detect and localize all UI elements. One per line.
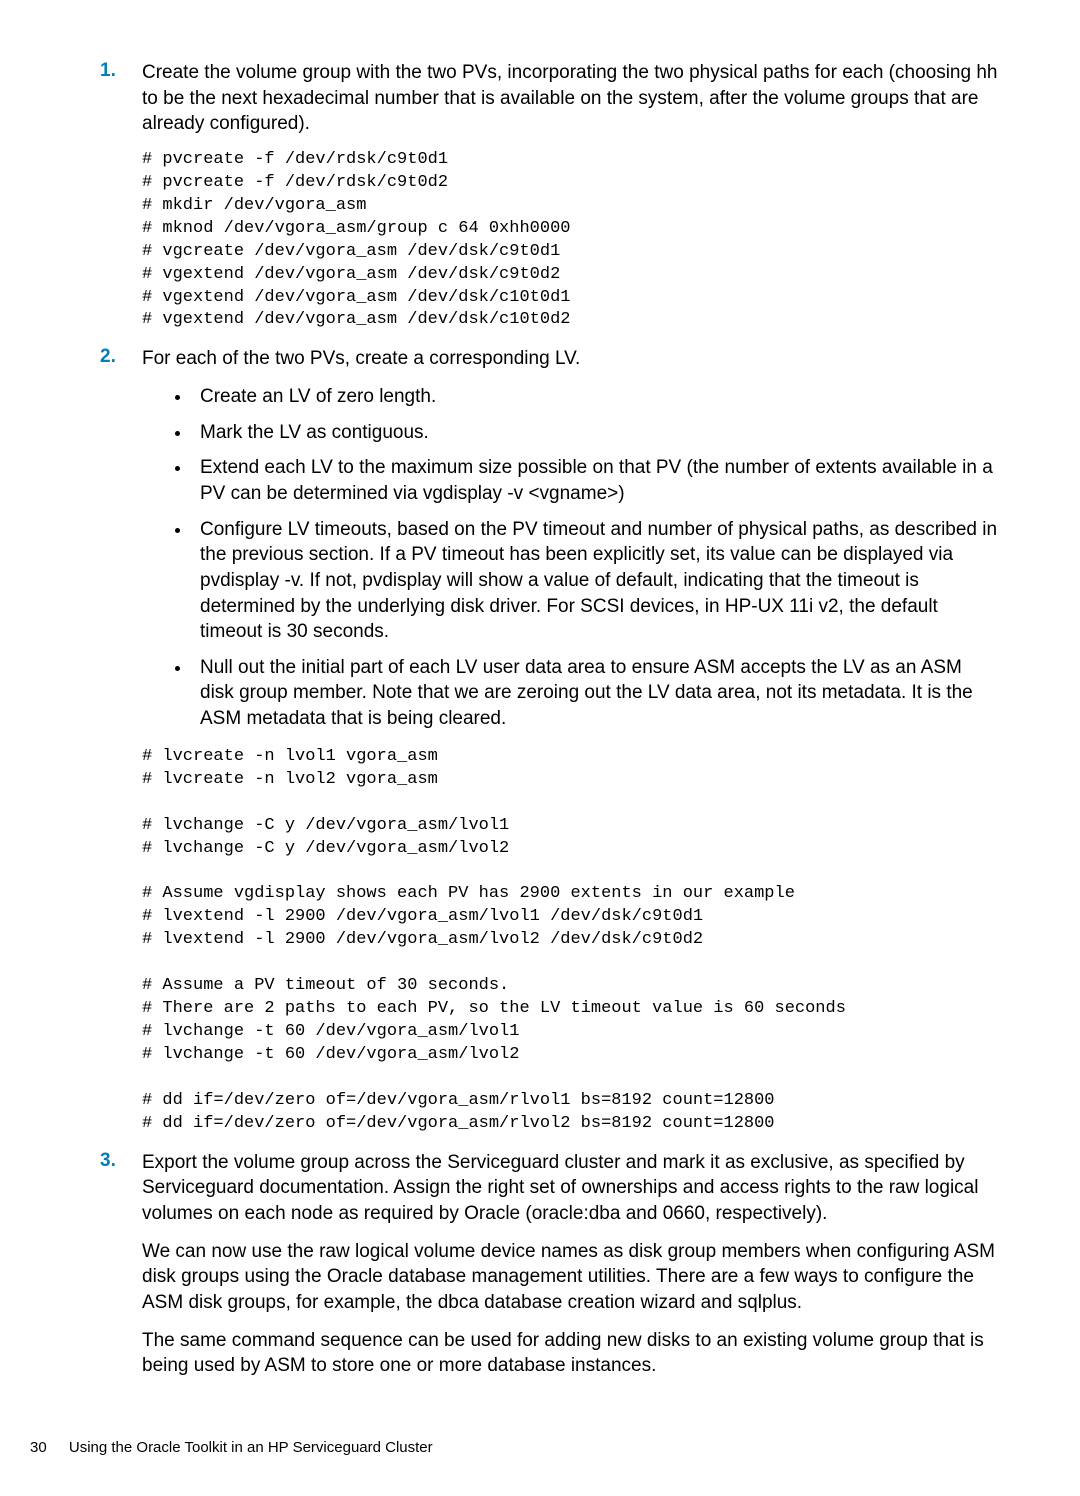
page-content: 1. Create the volume group with the two … <box>0 0 1080 1496</box>
step-intro-text: Create the volume group with the two PVs… <box>142 60 1000 137</box>
step-2: 2. For each of the two PVs, create a cor… <box>100 346 1000 1135</box>
page-footer: 30 Using the Oracle Toolkit in an HP Ser… <box>100 1439 1000 1456</box>
step-intro-text: For each of the two PVs, create a corres… <box>142 346 1000 372</box>
bullet-item: Mark the LV as contiguous. <box>192 420 1000 446</box>
ordered-steps-list: 1. Create the volume group with the two … <box>100 60 1000 1379</box>
step-paragraph: We can now use the raw logical volume de… <box>142 1239 1000 1316</box>
step-number: 1. <box>100 60 116 82</box>
code-block: # pvcreate -f /dev/rdsk/c9t0d1 # pvcreat… <box>142 149 1000 333</box>
bullet-item: Null out the initial part of each LV use… <box>192 655 1000 732</box>
bullet-item: Configure LV timeouts, based on the PV t… <box>192 517 1000 645</box>
bullet-item: Create an LV of zero length. <box>192 384 1000 410</box>
step-1: 1. Create the volume group with the two … <box>100 60 1000 332</box>
bullet-item: Extend each LV to the maximum size possi… <box>192 455 1000 506</box>
step-number: 3. <box>100 1150 116 1172</box>
step-intro-text: Export the volume group across the Servi… <box>142 1150 1000 1227</box>
code-block: # lvcreate -n lvol1 vgora_asm # lvcreate… <box>142 746 1000 1136</box>
footer-title: Using the Oracle Toolkit in an HP Servic… <box>69 1439 433 1456</box>
step-paragraph: The same command sequence can be used fo… <box>142 1328 1000 1379</box>
step-number: 2. <box>100 346 116 368</box>
bullet-list: Create an LV of zero length. Mark the LV… <box>142 384 1000 732</box>
page-number: 30 <box>30 1439 47 1456</box>
step-3: 3. Export the volume group across the Se… <box>100 1150 1000 1379</box>
